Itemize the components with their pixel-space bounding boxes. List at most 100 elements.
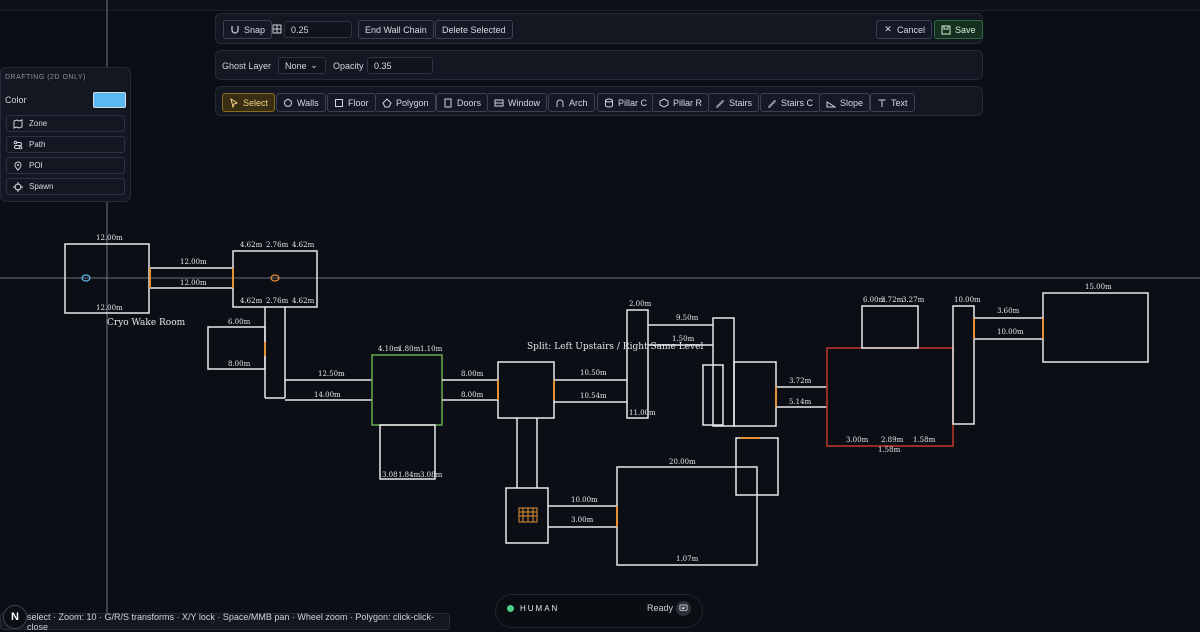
tool-label: Stairs — [729, 97, 753, 108]
tool-label: Select — [243, 97, 269, 108]
walls — [64, 243, 1149, 566]
tool-polygon[interactable]: Polygon — [375, 93, 436, 112]
tool-label: Text — [891, 97, 908, 108]
dim-label: 1.58m — [913, 436, 936, 444]
dim-label: 4.62m — [240, 241, 263, 249]
drafting-item-zone[interactable]: Zone — [6, 115, 125, 132]
end-wall-chain-button[interactable]: End Wall Chain — [358, 20, 434, 39]
dim-label: 12.00m — [96, 234, 123, 242]
tool-label: Floor — [348, 97, 369, 108]
dim-label: 10.00m — [571, 496, 598, 504]
cylinder-icon — [604, 98, 614, 108]
save-button[interactable]: Save — [934, 20, 983, 39]
tool-floor[interactable]: Floor — [327, 93, 376, 112]
snap-label: Snap — [244, 24, 266, 35]
app-logo[interactable]: N — [3, 605, 27, 629]
door-icon — [443, 98, 453, 108]
stairs-curved-icon — [767, 98, 777, 108]
square-icon — [334, 98, 344, 108]
pin-icon — [13, 161, 23, 171]
opacity-label: Opacity — [333, 61, 364, 71]
tool-label: Stairs C — [781, 97, 814, 108]
close-icon: ✕ — [884, 24, 892, 34]
drafting-title: DRAFTING (2D ONLY) — [5, 74, 86, 81]
agent-name: HUMAN — [520, 604, 560, 613]
dim-label: 1.07m — [676, 555, 699, 563]
text-icon — [877, 98, 887, 108]
drafting-item-label: Spawn — [29, 182, 54, 191]
map-icon — [13, 118, 23, 129]
stairs-grid — [518, 507, 538, 523]
room-split — [497, 361, 555, 419]
logo-letter: N — [11, 611, 19, 623]
status-hint: select · Zoom: 10 · G/R/S transforms · X… — [27, 611, 434, 632]
dim-label: 9.50m — [676, 314, 699, 322]
snap-button[interactable]: Snap — [223, 20, 273, 39]
chat-icon[interactable] — [676, 601, 691, 616]
delete-selected-button[interactable]: Delete Selected — [435, 20, 513, 39]
cancel-button[interactable]: ✕ Cancel — [876, 20, 933, 39]
dim-label: 8.00m — [228, 360, 251, 368]
ghost-layer-select[interactable]: None ⌄ — [278, 57, 326, 74]
room-corridor-v — [626, 309, 649, 419]
dim-label: 1.84m — [398, 471, 421, 479]
dim-label: 14.00m — [314, 391, 341, 399]
dim-label: 4.62m — [292, 297, 315, 305]
opacity-input[interactable]: 0.35 — [367, 57, 433, 74]
dim-label: 2.89m — [881, 436, 904, 444]
tool-slope[interactable]: Slope — [819, 93, 871, 112]
dim-label: 10.00m — [954, 296, 981, 304]
dim-label: 1.58m — [878, 446, 901, 454]
tool-pillar-c[interactable]: Pillar C — [597, 93, 655, 112]
snap-size-input[interactable]: 0.25 — [284, 21, 352, 38]
tool-stairs-c[interactable]: Stairs C — [760, 93, 821, 112]
room-stair-b — [733, 361, 777, 427]
snap-size-value: 0.25 — [291, 24, 309, 35]
dim-label: 8.00m — [461, 370, 484, 378]
top-toolbar: Snap 0.25 End Wall Chain Delete Selected… — [215, 13, 983, 44]
room-red — [826, 347, 954, 447]
tool-arch[interactable]: Arch — [548, 93, 595, 112]
delete-selected-label: Delete Selected — [442, 24, 506, 35]
dim-label: 1.10m — [420, 345, 443, 353]
dim-label: 3.00m — [571, 516, 594, 524]
drafting-item-path[interactable]: Path — [6, 136, 125, 153]
tool-label: Slope — [840, 97, 864, 108]
chevron-down-icon: ⌄ — [310, 60, 318, 70]
slope-icon — [826, 98, 836, 108]
agent-status-pill[interactable]: HUMAN Ready — [495, 594, 703, 628]
save-label: Save — [955, 24, 976, 35]
dim-label: 3.72m — [789, 377, 812, 385]
tool-pillar-r[interactable]: Pillar R — [652, 93, 710, 112]
window-icon — [494, 98, 504, 108]
dim-label: 2.76m — [266, 297, 289, 305]
dim-label: 4.62m — [240, 297, 263, 305]
tool-walls[interactable]: Walls — [276, 93, 326, 112]
dim-label: 12.00m — [180, 279, 207, 287]
tool-stairs[interactable]: Stairs — [708, 93, 760, 112]
drafting-item-poi[interactable]: POI — [6, 157, 125, 174]
drafting-item-label: Path — [29, 140, 46, 149]
cancel-label: Cancel — [897, 24, 926, 35]
tool-select[interactable]: Select — [222, 93, 276, 112]
tool-doors[interactable]: Doors — [436, 93, 489, 112]
circle-icon — [283, 98, 293, 108]
room-east — [1042, 292, 1149, 363]
dim-label: 3.00m — [846, 436, 869, 444]
ghost-layer-value: None — [285, 60, 307, 71]
cursor-icon — [229, 97, 239, 108]
dim-label: 2.00m — [629, 300, 652, 308]
dim-label: 10.50m — [580, 369, 607, 377]
tool-window[interactable]: Window — [487, 93, 548, 112]
grid-icon — [272, 24, 282, 34]
drafting-item-spawn[interactable]: Spawn — [6, 178, 125, 195]
end-wall-chain-label: End Wall Chain — [365, 24, 427, 35]
tool-label: Window — [508, 97, 541, 108]
color-swatch[interactable] — [93, 92, 126, 108]
tool-text[interactable]: Text — [870, 93, 915, 112]
floppy-icon — [941, 25, 951, 35]
dim-label: 5.14m — [789, 398, 812, 406]
ghost-layer-bar: Ghost Layer None ⌄ Opacity 0.35 — [215, 50, 983, 80]
dim-label: 12.00m — [180, 258, 207, 266]
cube-icon — [659, 97, 669, 108]
